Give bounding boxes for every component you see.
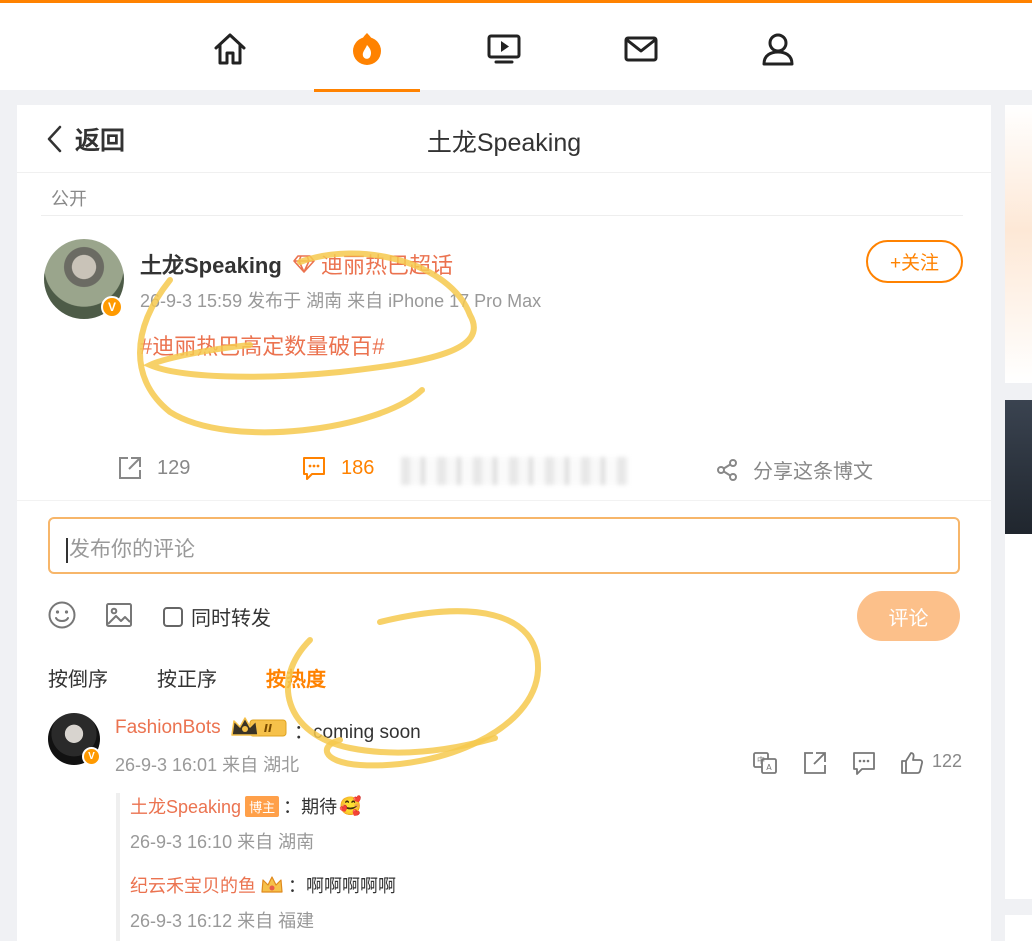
repost-count: 129 xyxy=(157,456,191,479)
reply-author[interactable]: 纪云禾宝贝的鱼 xyxy=(130,872,256,898)
supertopic-link[interactable]: 迪丽热巴超话 xyxy=(292,248,453,280)
share-icon xyxy=(717,458,737,481)
repost-checkbox-label: 同时转发 xyxy=(191,608,271,630)
reply-thread-line xyxy=(116,793,120,941)
video-icon xyxy=(487,34,521,64)
supertopic-label: 迪丽热巴超话 xyxy=(321,253,454,278)
comment-like-count: 122 xyxy=(932,751,963,771)
reply-text: ：啊啊啊啊啊 xyxy=(288,876,396,896)
smiling-hearts-emoji: 🥰 xyxy=(339,795,362,816)
verified-badge-icon: V xyxy=(82,747,101,766)
home-icon xyxy=(214,33,246,65)
reply-item: 纪云禾宝贝的鱼 ：啊啊啊啊啊 xyxy=(130,872,396,898)
commenter-name[interactable]: FashionBots xyxy=(115,717,221,739)
repost-action[interactable]: 129 xyxy=(117,455,190,481)
author-avatar[interactable]: V xyxy=(44,239,124,319)
translate-button[interactable]: 中A xyxy=(752,750,778,781)
comment-text: ：coming soon xyxy=(294,722,421,743)
commenter-avatar[interactable]: V xyxy=(48,713,101,766)
share-action[interactable]: 分享这条博文 xyxy=(715,455,873,484)
repost-icon xyxy=(119,457,141,479)
user-icon xyxy=(762,33,794,66)
side-card-footer xyxy=(1005,915,1032,941)
fire-icon xyxy=(353,32,381,65)
fan-level-text: II xyxy=(264,722,272,735)
follow-button[interactable]: +关注 xyxy=(866,240,963,283)
mail-icon xyxy=(624,36,658,62)
comment-icon xyxy=(303,457,325,480)
divider xyxy=(41,215,963,216)
verified-badge-icon: V xyxy=(101,296,123,318)
divider xyxy=(17,500,991,501)
reply-author[interactable]: 土龙Speaking xyxy=(130,793,241,819)
host-badge: 博主 xyxy=(245,795,280,817)
reply-item: 土龙Speaking 博主 ：期待 🥰 xyxy=(130,793,362,819)
share-label: 分享这条博文 xyxy=(753,461,873,483)
diamond-icon xyxy=(293,255,315,273)
sort-tab-hot[interactable]: 按热度 xyxy=(266,663,326,692)
nav-video[interactable] xyxy=(451,6,557,92)
translate-icon: 中A xyxy=(753,752,777,774)
reply-meta: 26-9-3 16:10 来自 湖南 xyxy=(130,832,315,852)
comment-placeholder: 发布你的评论 xyxy=(69,538,195,561)
nav-profile[interactable] xyxy=(725,6,831,92)
repost-icon xyxy=(804,752,826,774)
crown-badge-icon xyxy=(261,876,283,893)
image-button[interactable] xyxy=(104,600,134,635)
comment-count: 186 xyxy=(341,456,375,479)
comment-input[interactable]: 发布你的评论 xyxy=(48,517,960,574)
post-hashtag[interactable]: #迪丽热巴高定数量破百# xyxy=(140,329,384,361)
svg-text:中: 中 xyxy=(757,755,765,765)
visibility-label: 公开 xyxy=(51,189,87,209)
text-caret xyxy=(66,537,68,563)
comment-like-button[interactable] xyxy=(899,750,925,781)
emoji-button[interactable] xyxy=(47,600,77,635)
svg-text:A: A xyxy=(766,763,772,772)
comment-repost-button[interactable] xyxy=(802,750,828,781)
side-card-list xyxy=(1005,534,1032,899)
side-card-image xyxy=(1005,400,1032,534)
submit-comment-button[interactable]: 评论 xyxy=(857,591,960,641)
sort-tab-asc[interactable]: 按正序 xyxy=(157,663,217,692)
top-nav-bar xyxy=(0,0,1032,92)
sort-tab-desc[interactable]: 按倒序 xyxy=(48,663,108,692)
nav-messages[interactable] xyxy=(588,6,694,92)
comment-icon xyxy=(853,752,875,775)
emoji-icon xyxy=(48,601,76,629)
checkbox[interactable] xyxy=(163,606,183,627)
image-icon xyxy=(106,603,132,627)
comment-meta: 26-9-3 16:01 来自 湖北 xyxy=(115,755,300,775)
repost-checkbox[interactable]: 同时转发 xyxy=(163,602,271,631)
reply-meta: 26-9-3 16:12 来自 福建 xyxy=(130,911,315,931)
fan-level-badge[interactable]: II xyxy=(230,715,290,741)
redacted-like-info xyxy=(401,457,629,485)
post-meta: 26-9-3 15:59 发布于 湖南 来自 iPhone 17 Pro Max xyxy=(140,291,542,311)
author-name[interactable]: 土龙Speaking xyxy=(140,248,282,280)
side-card-banner xyxy=(1005,105,1032,383)
comment-reply-button[interactable] xyxy=(851,750,877,781)
comment-action[interactable]: 186 xyxy=(301,455,374,481)
crown-badge-icon: II xyxy=(231,717,287,737)
page-title: 土龙Speaking xyxy=(426,129,582,157)
nav-home[interactable] xyxy=(177,6,283,92)
reply-text: ：期待 xyxy=(283,797,338,817)
thumbs-up-icon xyxy=(901,752,924,774)
post-detail-card: 返回 土龙Speaking 公开 V 土龙Speaking 迪丽热巴超话 26-… xyxy=(17,105,991,941)
nav-hot[interactable] xyxy=(314,6,420,92)
detail-header: 返回 土龙Speaking xyxy=(17,105,991,173)
